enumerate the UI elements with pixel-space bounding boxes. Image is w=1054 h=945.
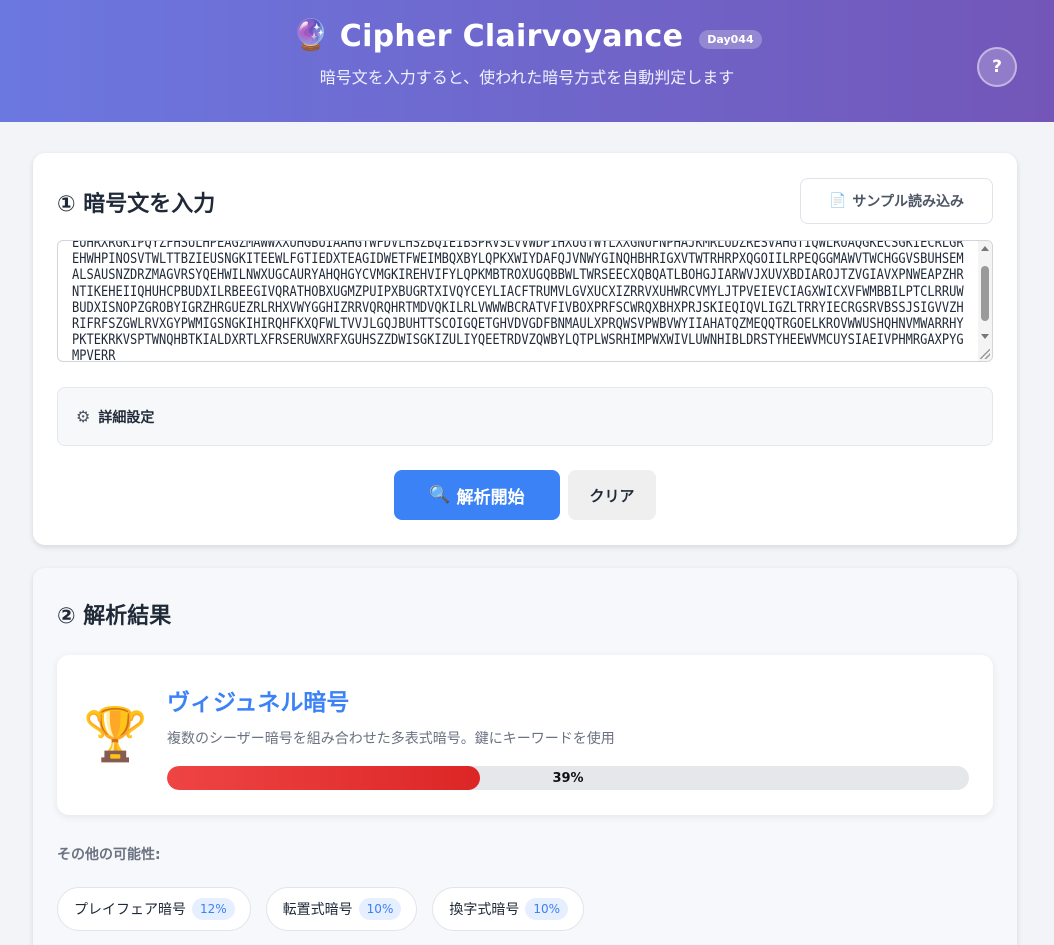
confidence-bar: 39% <box>167 766 969 790</box>
scrollbar-thumb[interactable] <box>981 266 989 321</box>
advanced-settings-label: 詳細設定 <box>98 409 155 426</box>
title-row: 🔮 Cipher Clairvoyance Day044 <box>0 16 1054 56</box>
analyze-button-label: 解析開始 <box>456 487 525 508</box>
day-badge: Day044 <box>699 29 762 49</box>
other-possibility-name: 換字式暗号 <box>449 902 520 918</box>
input-card: ① 暗号文を入力 📄 サンプル読み込み EUHRXRGKIPQYZFHSULHP… <box>33 153 1017 545</box>
cipher-text-value: EUHRXRGKIPQYZFHSULHPEAGZMAWWXXUHGBUIAAHG… <box>72 240 964 362</box>
resize-handle-icon[interactable] <box>980 349 990 359</box>
magnifier-icon: 🔍 <box>429 485 451 505</box>
clear-button[interactable]: クリア <box>568 470 656 520</box>
crystal-ball-icon: 🔮 <box>292 18 330 53</box>
top-result-description: 複数のシーザー暗号を組み合わせた多表式暗号。鍵にキーワードを使用 <box>167 731 615 747</box>
top-result-card: 🏆 ヴィジュネル暗号 複数のシーザー暗号を組み合わせた多表式暗号。鍵にキーワード… <box>57 655 993 815</box>
analyze-button[interactable]: 🔍 解析開始 <box>394 470 560 520</box>
help-button[interactable]: ? <box>977 47 1017 87</box>
app-header: 🔮 Cipher Clairvoyance Day044 暗号文を入力すると、使… <box>0 0 1054 122</box>
scroll-down-icon[interactable] <box>981 334 989 339</box>
scroll-up-icon[interactable] <box>981 246 989 251</box>
other-possibilities-list: プレイフェア暗号 12% 転置式暗号 10% 換字式暗号 10% <box>57 887 585 931</box>
other-possibilities-title: その他の可能性: <box>57 847 161 863</box>
other-possibility-chip: 換字式暗号 10% <box>432 887 585 931</box>
load-sample-button[interactable]: 📄 サンプル読み込み <box>800 178 993 224</box>
other-possibility-chip: プレイフェア暗号 12% <box>57 887 251 931</box>
other-possibility-chip: 転置式暗号 10% <box>265 887 418 931</box>
other-possibility-score: 10% <box>358 898 402 920</box>
cipher-text-input[interactable]: EUHRXRGKIPQYZFHSULHPEAGZMAWWXXUHGBUIAAHG… <box>57 240 993 362</box>
trophy-icon: 🏆 <box>83 705 148 765</box>
document-icon: 📄 <box>828 193 847 209</box>
app-subtitle: 暗号文を入力すると、使われた暗号方式を自動判定します <box>319 68 735 87</box>
input-section-title: ① 暗号文を入力 <box>57 192 216 217</box>
load-sample-label: サンプル読み込み <box>852 194 965 210</box>
results-card: ② 解析結果 🏆 ヴィジュネル暗号 複数のシーザー暗号を組み合わせた多表式暗号。… <box>33 568 1017 945</box>
confidence-label: 39% <box>552 770 584 786</box>
top-result-name: ヴィジュネル暗号 <box>167 690 350 716</box>
results-section-title: ② 解析結果 <box>57 604 172 629</box>
other-possibility-score: 12% <box>192 898 235 920</box>
textarea-scrollbar[interactable] <box>978 241 992 361</box>
other-possibility-name: プレイフェア暗号 <box>74 902 186 918</box>
gear-icon: ⚙ <box>76 407 91 426</box>
app-title: Cipher Clairvoyance <box>339 18 684 54</box>
other-possibility-name: 転置式暗号 <box>282 902 353 918</box>
other-possibility-score: 10% <box>525 898 569 920</box>
advanced-settings-toggle[interactable]: ⚙ 詳細設定 <box>57 387 993 446</box>
